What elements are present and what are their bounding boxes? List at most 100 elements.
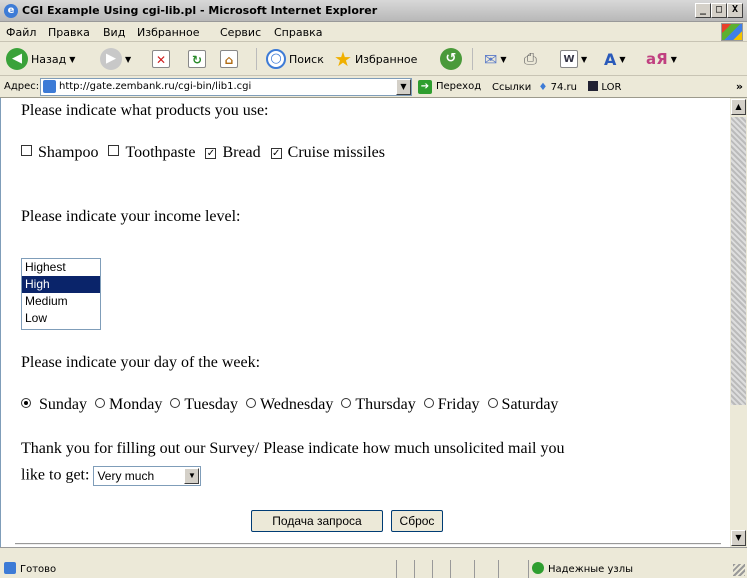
status-pane [498, 560, 528, 578]
status-left: Готово [4, 562, 56, 575]
checkbox-shampoo[interactable]: Shampoo [21, 144, 98, 161]
mail-amount-select[interactable]: Very much ▼ [93, 466, 202, 486]
refresh-button[interactable]: ↻ [188, 48, 206, 70]
radio-icon[interactable] [170, 398, 181, 408]
radio-sunday[interactable]: Sunday [21, 396, 87, 413]
font-size-button[interactable]: A ▼ [604, 48, 626, 70]
address-label: Адрес: [4, 81, 40, 92]
list-item[interactable]: Medium [22, 293, 100, 310]
radio-icon[interactable] [95, 398, 105, 408]
submit-button[interactable]: Подача запроса [251, 510, 383, 532]
chevron-down-icon: ▼ [69, 54, 76, 64]
links-bar: Ссылки ♦ 74.ru LOR [492, 81, 621, 93]
chevron-down-icon[interactable]: ▼ [184, 468, 200, 484]
radio-friday[interactable]: Friday [423, 396, 480, 413]
income-question: Please indicate your income level: [21, 208, 241, 225]
day-radios: Sunday Monday Tuesday Wednesday Thursday… [21, 396, 558, 414]
status-pane [432, 560, 450, 578]
trusted-sites-icon [532, 562, 544, 574]
status-zone: Надежные узлы [532, 562, 633, 575]
products-question: Please indicate what products you use: [21, 102, 269, 119]
divider [15, 543, 721, 545]
back-label: Назад [31, 52, 67, 66]
checkbox-checked-icon[interactable]: ✓ [270, 148, 282, 159]
edit-button[interactable]: W ▼ [560, 48, 587, 70]
minimize-button[interactable]: _ [695, 3, 711, 18]
search-button[interactable]: ○ Поиск [266, 48, 324, 70]
font-a-icon: A [604, 49, 617, 69]
go-button[interactable]: Переход [436, 81, 481, 92]
mail-amount-value: Very much [97, 469, 155, 483]
forward-arrow-icon: ▶ [100, 48, 122, 70]
ie-page-icon [4, 562, 16, 574]
maximize-button[interactable]: □ [711, 3, 727, 18]
menu-file[interactable]: Файл [6, 26, 36, 39]
radio-selected-icon[interactable] [21, 398, 31, 408]
home-button[interactable]: ⌂ [220, 48, 238, 70]
list-item-selected[interactable]: High [22, 276, 100, 293]
stop-icon: ✕ [152, 50, 170, 68]
address-input[interactable]: http://gate.zembank.ru/cgi-bin/lib1.cgi [40, 78, 412, 96]
go-arrow-icon[interactable]: ➔ [418, 80, 432, 94]
favorites-label: Избранное [354, 52, 418, 66]
radio-tuesday[interactable]: Tuesday [170, 396, 238, 413]
lor-icon [588, 81, 599, 91]
menu-view[interactable]: Вид [103, 26, 125, 39]
radio-icon[interactable] [341, 398, 352, 408]
title-bar: e CGI Example Using cgi-lib.pl - Microso… [0, 0, 747, 22]
translate-button[interactable]: aЯ ▼ [646, 48, 677, 70]
link-74ru[interactable]: 74.ru [551, 82, 577, 93]
scroll-thumb[interactable] [731, 117, 746, 405]
page-content: Please indicate what products you use: S… [0, 98, 730, 547]
checkbox-bread[interactable]: ✓ Bread [205, 144, 261, 161]
radio-monday[interactable]: Monday [95, 396, 162, 413]
checkbox-checked-icon[interactable]: ✓ [205, 148, 217, 159]
radio-icon[interactable] [245, 398, 256, 408]
mail-question-label: like to get: [21, 466, 90, 484]
favorites-button[interactable]: ★ Избранное [334, 47, 418, 71]
menu-tools[interactable]: Сервис [220, 26, 261, 39]
link-lor[interactable]: LOR [601, 82, 621, 93]
star-icon: ★ [334, 47, 352, 71]
menu-help[interactable]: Справка [274, 26, 322, 39]
menu-favorites[interactable]: Избранное [137, 26, 199, 39]
scroll-up-button[interactable]: ▲ [731, 99, 746, 115]
scroll-down-button[interactable]: ▼ [731, 530, 746, 546]
print-button[interactable]: ⎙ [524, 48, 537, 70]
resize-grip[interactable] [733, 564, 745, 576]
checkbox-cruise-missiles[interactable]: ✓ Cruise missiles [265, 144, 385, 161]
radio-icon[interactable] [423, 398, 434, 408]
checkbox-icon[interactable] [108, 145, 120, 156]
address-dropdown-button[interactable]: ▼ [396, 79, 411, 95]
menu-edit[interactable]: Правка [48, 26, 90, 39]
checkbox-icon[interactable] [21, 145, 32, 156]
stop-button[interactable]: ✕ [152, 48, 170, 70]
radio-saturday[interactable]: Saturday [487, 396, 558, 413]
history-button[interactable]: ↺ [440, 48, 462, 70]
products-checkboxes: Shampoo Toothpaste ✓ Bread ✓ Cruise missil… [21, 144, 385, 162]
mail-question-line2: like to get: Very much ▼ [21, 466, 202, 486]
back-button[interactable]: ◀ Назад ▼ [6, 48, 75, 70]
status-pane [474, 560, 498, 578]
refresh-icon: ↻ [188, 50, 206, 68]
vertical-scrollbar[interactable]: ▲ ▼ [730, 98, 747, 547]
mail-button[interactable]: ✉ ▼ [484, 48, 507, 70]
chevron-more-icon[interactable]: » [736, 80, 743, 93]
list-item[interactable]: Highest [22, 259, 100, 276]
search-icon: ○ [266, 49, 286, 69]
chevron-down-icon: ▼ [125, 54, 132, 64]
list-item[interactable]: Low [22, 310, 100, 327]
status-pane [450, 560, 474, 578]
income-listbox[interactable]: Highest High Medium Low [21, 258, 101, 330]
mail-question-line1: Thank you for filling out our Survey/ Pl… [21, 440, 565, 457]
ie-logo-icon: e [4, 4, 18, 18]
radio-icon[interactable] [487, 398, 498, 408]
forward-button[interactable]: ▶ ▼ [100, 48, 131, 70]
close-button[interactable]: X [727, 3, 743, 18]
translate-icon: aЯ [646, 50, 668, 68]
radio-wednesday[interactable]: Wednesday [245, 396, 333, 413]
window-title: CGI Example Using cgi-lib.pl - Microsoft… [22, 4, 378, 17]
reset-button[interactable]: Сброс [391, 510, 443, 532]
radio-thursday[interactable]: Thursday [341, 396, 416, 413]
checkbox-toothpaste[interactable]: Toothpaste [108, 144, 195, 161]
